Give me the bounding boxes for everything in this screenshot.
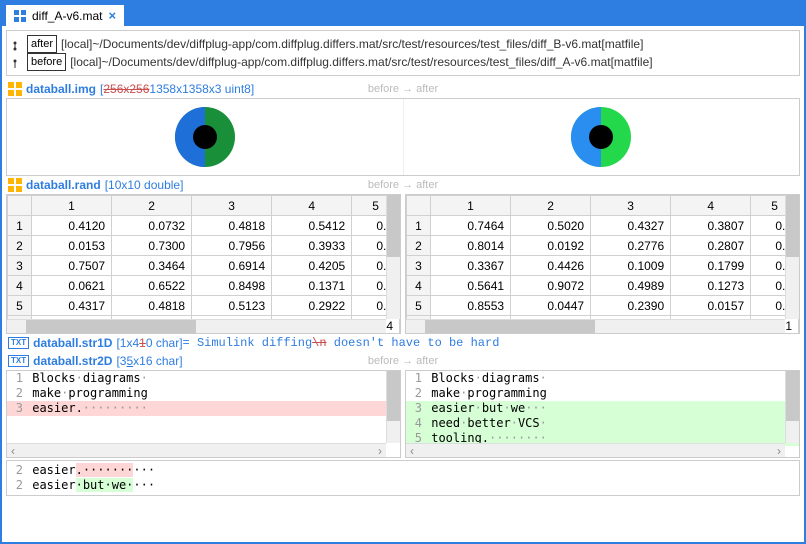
after-badge: after (27, 35, 57, 53)
str1d-value: = Simulink diffing\n doesn't have to be … (183, 336, 500, 350)
text-line: 2 make·programming (406, 386, 799, 401)
text-line: 1 Blocks·diagrams· (7, 371, 400, 386)
scrollbar-v[interactable] (785, 195, 799, 319)
str1d-meta: [1x410 char] (116, 336, 182, 350)
str1d-title: databall.str1D (33, 336, 112, 350)
scrollbar-h[interactable] (406, 319, 785, 333)
text-after[interactable]: 1 Blocks·diagrams·2 make·programming3 ea… (405, 370, 800, 458)
scrollbar-h[interactable]: ‹› (7, 443, 386, 457)
text-line: 1 Blocks·diagrams· (406, 371, 799, 386)
text-line: 3 easier·but·we··· (406, 401, 799, 416)
txt-icon: TXT (8, 355, 29, 367)
scrollbar-v[interactable] (386, 195, 400, 319)
after-path: [local]~/Documents/dev/diffplug-app/com.… (61, 36, 643, 52)
grid-icon (8, 82, 22, 96)
before-path: [local]~/Documents/dev/diffplug-app/com.… (70, 54, 652, 70)
text-line: 3 easier.········· (7, 401, 400, 416)
grid-icon (14, 10, 26, 22)
diff-header: after [local]~/Documents/dev/diffplug-ap… (6, 30, 800, 76)
before-after-label: before → after (368, 179, 438, 191)
str2d-title: databall.str2D (33, 354, 112, 368)
text-before[interactable]: 1 Blocks·diagrams·2 make·programming3 ea… (6, 370, 401, 458)
section-img: databall.img [256x2561358x1358x3 uint8] … (2, 80, 804, 98)
scrollbar-h[interactable]: ‹› (406, 443, 785, 457)
section-rand: databall.rand [10x10 double] before → af… (2, 176, 804, 194)
image-compare (6, 98, 800, 176)
diff-branch-icon (13, 57, 23, 67)
rand-meta: [10x10 double] (105, 178, 184, 192)
section-str2d: TXT databall.str2D [35x16 char] before →… (2, 352, 804, 370)
diff-line-add: 2 easier·but·we···· (7, 478, 799, 493)
text-line: 2 make·programming (7, 386, 400, 401)
rand-title: databall.rand (26, 178, 101, 192)
grid-icon (8, 178, 22, 192)
table-after[interactable]: 1234510.74640.50200.43270.38070.120.8014… (405, 194, 800, 334)
scrollbar-h[interactable] (7, 319, 386, 333)
img-dims: [256x2561358x1358x3 uint8] (100, 82, 254, 96)
scrollbar-v[interactable] (386, 371, 400, 443)
before-after-label: before → after (368, 355, 438, 367)
image-after[interactable] (403, 99, 800, 175)
image-before[interactable] (7, 99, 403, 175)
diff-line-del: 2 easier.·········· (7, 463, 799, 478)
tab-title: diff_A-v6.mat (32, 9, 102, 23)
table-before[interactable]: 1234510.41200.07320.48180.54120.420.0153… (6, 194, 401, 334)
scrollbar-v[interactable] (785, 371, 799, 443)
section-str1d: TXT databall.str1D [1x410 char] = Simuli… (2, 334, 804, 352)
before-after-label: before → after (368, 83, 438, 95)
diff-branch-icon (13, 39, 23, 49)
inline-diff: 2 easier.·········· 2 easier·but·we···· (6, 460, 800, 496)
tab-bar: diff_A-v6.mat × (2, 2, 804, 26)
before-badge: before (27, 53, 66, 71)
str2d-meta: [35x16 char] (116, 354, 182, 368)
tab-active[interactable]: diff_A-v6.mat × (6, 5, 124, 26)
img-title: databall.img (26, 82, 96, 96)
txt-icon: TXT (8, 337, 29, 349)
close-icon[interactable]: × (108, 8, 116, 23)
text-line: 4 need·better·VCS· (406, 416, 799, 431)
